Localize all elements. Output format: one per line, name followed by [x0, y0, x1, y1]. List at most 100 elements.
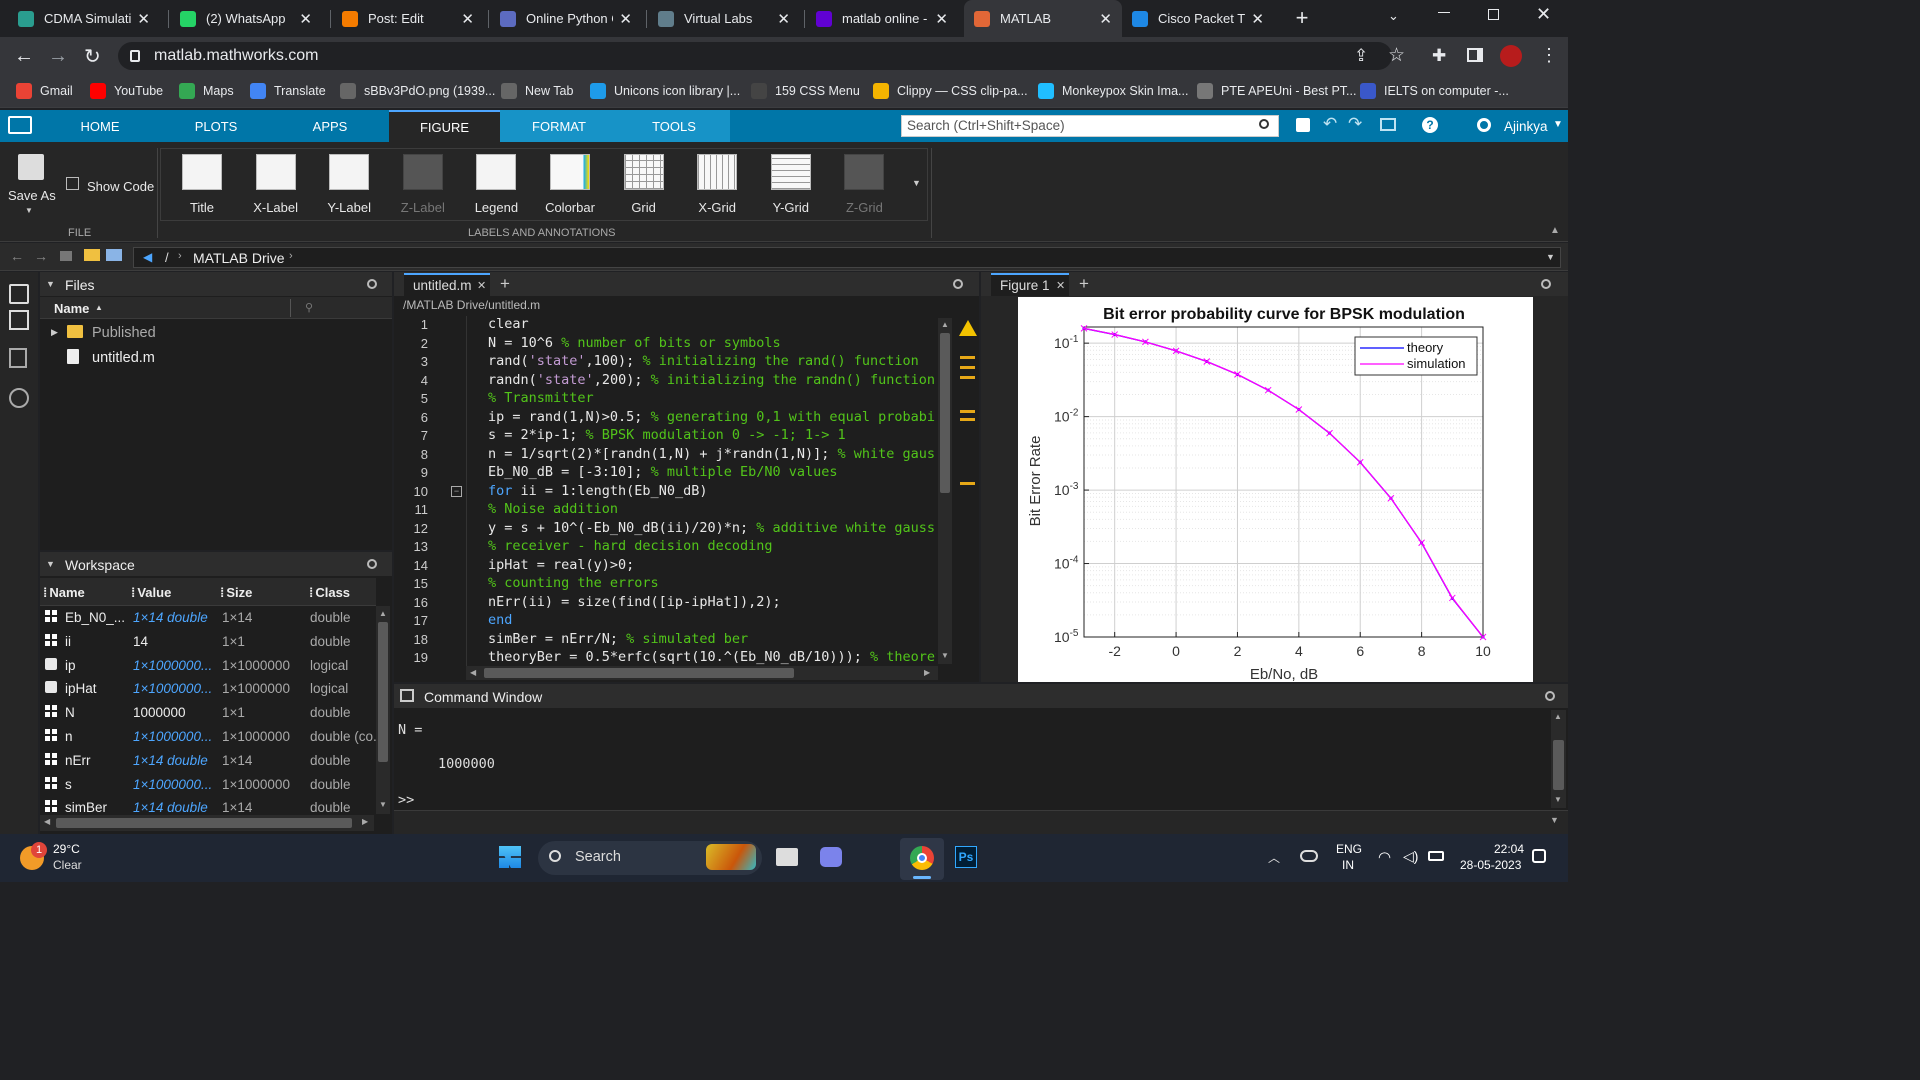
tool-y-grid-button[interactable]: Y-Grid [761, 150, 821, 220]
profile-avatar[interactable] [1500, 45, 1522, 67]
close-tab-icon[interactable]: ✕ [299, 10, 312, 28]
warning-marker[interactable] [960, 366, 975, 369]
workspace-row[interactable]: ip 1×1000000... 1×1000000 logical [42, 654, 374, 678]
tool-x-label-button[interactable]: X-Label [246, 150, 306, 220]
bookmark-item[interactable]: Unicons icon library |... [590, 82, 740, 100]
editor-icon[interactable] [9, 348, 27, 368]
browser-tab[interactable]: matlab online - Y ✕ [806, 0, 958, 37]
browser-tab[interactable]: Cisco Packet Trac ✕ [1122, 0, 1274, 37]
workspace-row[interactable]: s 1×1000000... 1×1000000 double [42, 773, 374, 797]
close-tab-icon[interactable]: ✕ [619, 10, 632, 28]
lock-icon[interactable] [130, 50, 140, 62]
ws-var-value[interactable]: 1×1000000... [133, 681, 217, 696]
ws-var-value[interactable]: 1×1000000... [133, 729, 217, 744]
editor-options-icon[interactable] [953, 279, 963, 289]
scroll-left-icon[interactable]: ◀ [470, 668, 476, 677]
editor-hscroll-thumb[interactable] [484, 668, 794, 678]
browse-folder-icon[interactable] [84, 249, 100, 261]
forward-icon[interactable]: → [48, 45, 68, 68]
close-tab-icon[interactable]: ✕ [935, 10, 948, 28]
bookmark-item[interactable]: Clippy — CSS clip-pa... [873, 82, 1028, 100]
bookmark-item[interactable]: YouTube [90, 82, 163, 100]
clock-time[interactable]: 22:04 [1494, 842, 1524, 856]
ws-var-value[interactable]: 1×1000000... [133, 658, 217, 673]
files-options-icon[interactable] [367, 279, 377, 289]
back-icon[interactable]: ← [14, 45, 34, 68]
files-name-column[interactable]: Name [54, 301, 89, 316]
switch-windows-icon[interactable] [1380, 118, 1396, 131]
show-hidden-icons[interactable]: ︿ [1268, 849, 1280, 866]
folder-open-icon[interactable] [106, 249, 122, 261]
code-line[interactable]: y = s + 10^(-Eb_N0_dB(ii)/20)*n; % addit… [488, 520, 936, 538]
bookmark-item[interactable]: IELTS on computer -... [1360, 82, 1509, 100]
scroll-up-icon[interactable]: ▲ [941, 320, 949, 329]
scroll-up-icon[interactable]: ▲ [379, 609, 387, 618]
collapse-files-icon[interactable]: ▼ [46, 279, 55, 289]
warning-marker[interactable] [960, 418, 975, 421]
bookmark-item[interactable]: PTE APEUni - Best PT... [1197, 82, 1356, 100]
browser-tab[interactable]: MATLAB ✕ [964, 0, 1122, 37]
tool-x-grid-button[interactable]: X-Grid [687, 150, 747, 220]
language-line1[interactable]: ENG [1336, 842, 1362, 856]
save-icon[interactable] [1296, 118, 1310, 132]
code-line[interactable]: theoryBer = 0.5*erfc(sqrt(10.^(Eb_N0_dB/… [488, 649, 936, 667]
browser-menu-icon[interactable]: ⋮ [1540, 45, 1558, 66]
close-tab-icon[interactable]: ✕ [1099, 10, 1112, 28]
code-line[interactable]: s = 2*ip-1; % BPSK modulation 0 -> -1; 1… [488, 427, 936, 445]
workspace-hscroll-thumb[interactable] [56, 818, 352, 828]
path-field[interactable] [133, 247, 1561, 268]
scroll-left-icon[interactable]: ◀ [44, 817, 50, 826]
bookmark-item[interactable]: 159 CSS Menu [751, 82, 860, 100]
path-forward-icon[interactable]: → [34, 248, 48, 264]
collapse-toolstrip-icon[interactable]: ▲ [1550, 225, 1560, 236]
close-tab-icon[interactable]: ✕ [461, 10, 474, 28]
code-line[interactable]: % Transmitter [488, 390, 936, 408]
current-folder-icon[interactable] [9, 284, 29, 304]
tab-apps[interactable]: APPS [288, 110, 372, 142]
close-window-icon[interactable]: ✕ [1536, 4, 1551, 25]
ws-col-name[interactable]: ⁞ Name [43, 581, 85, 603]
command-vscroll-thumb[interactable] [1553, 740, 1564, 790]
path-back-icon[interactable]: ← [10, 248, 24, 264]
bookmark-star-icon[interactable]: ☆ [1388, 44, 1405, 67]
code-line[interactable]: % Noise addition [488, 501, 936, 519]
path-drive[interactable]: MATLAB Drive [193, 250, 285, 266]
new-editor-tab-icon[interactable]: + [500, 274, 510, 294]
path-dropdown-icon[interactable]: ▼ [1546, 252, 1555, 262]
workspace-row[interactable]: n 1×1000000... 1×1000000 double (co... [42, 725, 376, 749]
battery-icon[interactable] [1428, 851, 1444, 861]
command-options-icon[interactable] [1545, 691, 1555, 701]
volume-icon[interactable]: ◁) [1403, 848, 1418, 865]
editor-vscroll-thumb[interactable] [940, 333, 950, 493]
redo-icon[interactable]: ↷ [1348, 114, 1362, 134]
tool-title-button[interactable]: Title [172, 150, 232, 220]
tool-y-label-button[interactable]: Y-Label [319, 150, 379, 220]
collapse-workspace-icon[interactable]: ▼ [46, 559, 55, 569]
browser-tab[interactable]: Post: Edit ✕ [332, 0, 484, 37]
command-prompt[interactable]: >> [398, 792, 414, 808]
browser-tab[interactable]: Virtual Labs ✕ [648, 0, 800, 37]
help-icon[interactable]: ? [1422, 117, 1438, 133]
warning-icon[interactable] [959, 320, 977, 336]
workspace-row[interactable]: ii 14 1×1 double [42, 630, 374, 654]
tab-home[interactable]: HOME [58, 110, 142, 142]
clock-date[interactable]: 28-05-2023 [1460, 858, 1521, 872]
code-line[interactable]: simBer = nErr/N; % simulated ber [488, 631, 936, 649]
code-line[interactable]: rand('state',100); % initializing the ra… [488, 353, 936, 371]
extensions-icon[interactable]: ✚ [1432, 46, 1446, 66]
tool-z-grid-button[interactable]: Z-Grid [834, 150, 894, 220]
meet-icon[interactable] [820, 847, 842, 867]
workspace-row[interactable]: N 1000000 1×1 double [42, 701, 374, 725]
workspace-row[interactable]: Eb_N0_... 1×14 double 1×14 double [42, 606, 374, 630]
file-item-untitled[interactable]: untitled.m [92, 350, 155, 366]
expand-folder-icon[interactable]: ▶ [51, 327, 58, 338]
tool-colorbar-button[interactable]: Colorbar [540, 150, 600, 220]
language-line2[interactable]: IN [1342, 858, 1354, 872]
tab-search-icon[interactable]: ⌄ [1388, 8, 1399, 24]
matlab-logo-icon[interactable] [8, 116, 32, 134]
sort-ascending-icon[interactable]: ▲ [95, 303, 103, 312]
scroll-right-icon[interactable]: ▶ [924, 668, 930, 677]
bookmark-item[interactable]: New Tab [501, 82, 573, 100]
task-view-icon[interactable] [776, 848, 798, 866]
search-icon[interactable] [1259, 119, 1269, 129]
